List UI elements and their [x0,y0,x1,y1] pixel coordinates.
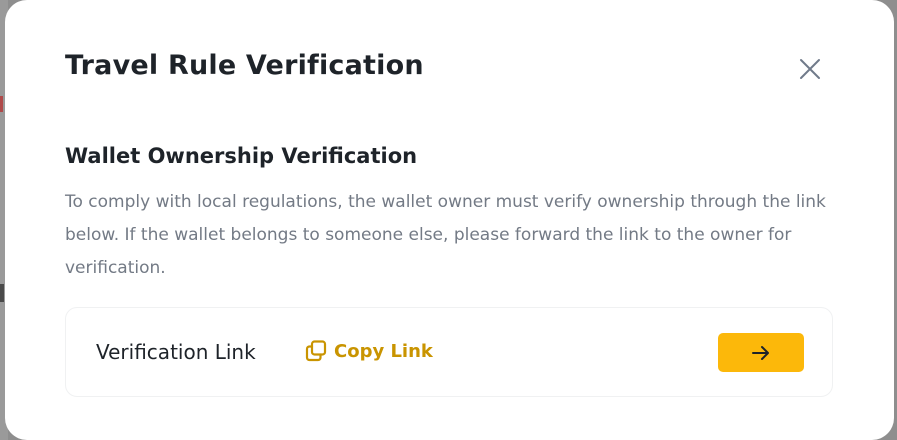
verification-link-card: Verification Link Copy Link [65,307,833,397]
open-verification-link-button[interactable] [718,333,804,372]
section-heading: Wallet Ownership Verification [65,144,418,168]
close-button[interactable] [793,52,827,86]
travel-rule-modal: Travel Rule Verification Wallet Ownershi… [5,0,894,440]
backdrop-partial-element [0,96,3,112]
backdrop-partial-element [0,284,4,302]
verification-link-label: Verification Link [96,340,256,364]
modal-title: Travel Rule Verification [65,50,424,81]
copy-icon [304,339,328,363]
arrow-right-icon [752,345,769,360]
close-icon [800,59,820,79]
copy-link-label: Copy Link [334,340,433,362]
copy-link-button[interactable]: Copy Link [304,339,433,363]
section-description: To comply with local regulations, the wa… [65,192,826,278]
